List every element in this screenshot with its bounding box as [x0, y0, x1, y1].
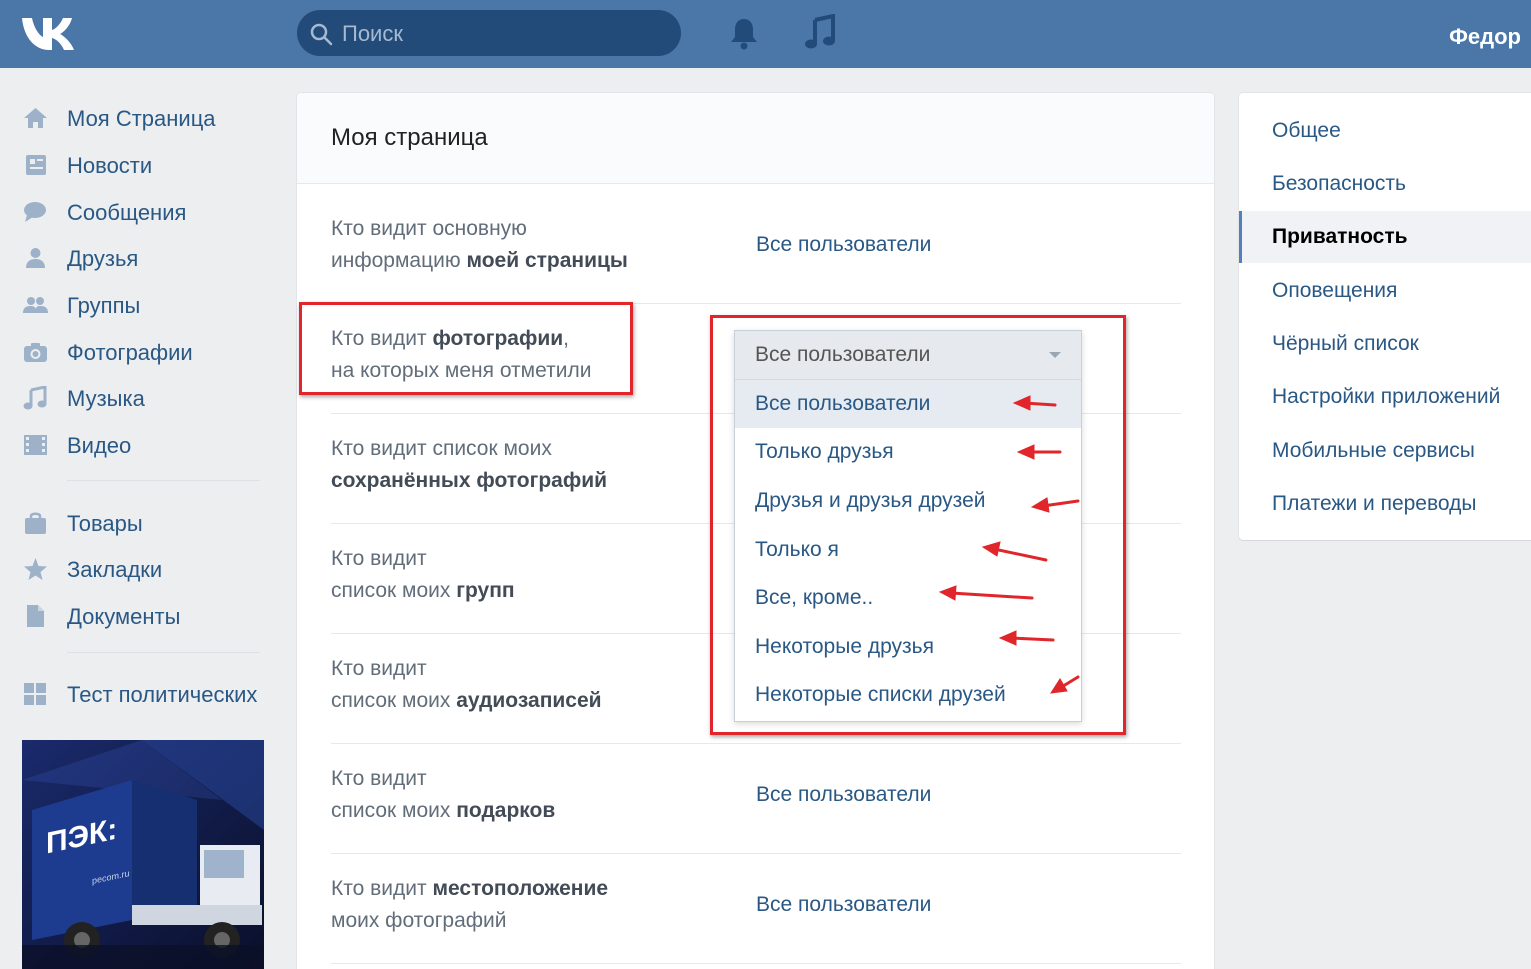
bag-icon: [25, 512, 46, 534]
setting-row-photo-location: Кто видит местоположение моих фотографий…: [331, 853, 1181, 964]
sidebar-item-messages[interactable]: Сообщения: [0, 192, 280, 232]
panel-header: Моя страница: [297, 93, 1214, 184]
sidebar-item-label: Документы: [67, 604, 181, 629]
settings-right-menu: Общее Безопасность Приватность Оповещени…: [1239, 93, 1531, 540]
sidebar-item-label: Закладки: [67, 557, 163, 582]
sidebar-item-label: Тест политических: [67, 682, 258, 707]
top-header: Поиск Федор: [0, 0, 1531, 68]
setting-question: Кто видит список моих подарков: [331, 767, 556, 822]
menu-item-app-settings[interactable]: Настройки приложений: [1239, 371, 1531, 423]
setting-question: Кто видит основную информацию моей стран…: [331, 217, 628, 272]
setting-question: Кто видит список моих аудиозаписей: [331, 657, 602, 712]
search-placeholder: Поиск: [342, 21, 403, 46]
sidebar-item-label: Музыка: [67, 386, 145, 411]
menu-item-payments[interactable]: Платежи и переводы: [1239, 478, 1531, 530]
sidebar-item-video[interactable]: Видео: [0, 425, 280, 465]
setting-question: Кто видит местоположение моих фотографий: [331, 877, 609, 932]
sidebar-item-label: Моя Страница: [67, 106, 216, 131]
vk-logo-icon[interactable]: [20, 12, 80, 54]
sidebar-item-news[interactable]: Новости: [0, 145, 280, 185]
menu-item-mobile-services[interactable]: Мобильные сервисы: [1239, 425, 1531, 477]
friends-icon: [26, 248, 45, 268]
music-note-icon[interactable]: [803, 14, 837, 50]
annotation-highlight-question: [299, 302, 633, 395]
menu-item-notifications[interactable]: Оповещения: [1239, 265, 1531, 317]
user-name[interactable]: Федор: [1449, 24, 1521, 50]
sidebar-item-photos[interactable]: Фотографии: [0, 332, 280, 372]
menu-item-blacklist[interactable]: Чёрный список: [1239, 318, 1531, 370]
sidebar-item-goods[interactable]: Товары: [0, 503, 280, 543]
setting-row-main-info: Кто видит основную информацию моей стран…: [331, 193, 1181, 304]
camera-icon: [24, 343, 47, 362]
menu-item-general[interactable]: Общее: [1239, 105, 1531, 157]
sidebar-item-documents[interactable]: Документы: [0, 596, 280, 636]
ad-banner[interactable]: ПЭК: pecom.ru: [22, 740, 264, 969]
sidebar-item-groups[interactable]: Группы: [0, 285, 280, 325]
sidebar-item-friends[interactable]: Друзья: [0, 238, 280, 278]
sidebar-item-label: Фотографии: [67, 340, 193, 365]
music-icon: [23, 386, 47, 410]
setting-value-link[interactable]: Все пользователи: [756, 233, 931, 257]
sidebar-item-label: Сообщения: [67, 200, 187, 225]
sidebar-item-label: Новости: [67, 153, 153, 178]
sidebar-item-label: Товары: [67, 511, 143, 536]
apps-icon: [24, 683, 46, 705]
sidebar-item-music[interactable]: Музыка: [0, 378, 280, 418]
sidebar-item-label: Группы: [67, 293, 141, 318]
sidebar-item-label: Друзья: [67, 246, 139, 271]
setting-question: Кто видит список моих групп: [331, 547, 515, 602]
news-icon: [26, 155, 46, 175]
setting-value-link[interactable]: Все пользователи: [756, 783, 931, 807]
groups-icon: [23, 297, 48, 313]
video-icon: [24, 435, 47, 455]
setting-value-link[interactable]: Все пользователи: [756, 893, 931, 917]
sidebar-divider: [67, 480, 260, 481]
sidebar-divider: [67, 652, 260, 653]
sidebar-item-bookmarks[interactable]: Закладки: [0, 549, 280, 589]
home-icon: [24, 108, 47, 128]
search-input[interactable]: Поиск: [297, 10, 681, 56]
sidebar-item-label: Видео: [67, 433, 132, 458]
menu-item-security[interactable]: Безопасность: [1239, 158, 1531, 210]
sidebar-item-app[interactable]: Тест политических: [0, 674, 280, 714]
page-title: Моя страница: [331, 124, 488, 151]
menu-item-privacy[interactable]: Приватность: [1239, 211, 1531, 263]
messages-icon: [24, 202, 46, 222]
bell-icon[interactable]: [728, 16, 760, 50]
setting-row-gifts: Кто видит список моих подарков Все польз…: [331, 743, 1181, 854]
search-icon: [310, 23, 333, 46]
document-icon: [27, 605, 44, 627]
setting-question: Кто видит список моих сохранённых фотогр…: [331, 437, 608, 492]
star-icon: [24, 558, 47, 580]
annotation-highlight-dropdown: [710, 315, 1126, 735]
sidebar-item-my-page[interactable]: Моя Страница: [0, 98, 280, 138]
